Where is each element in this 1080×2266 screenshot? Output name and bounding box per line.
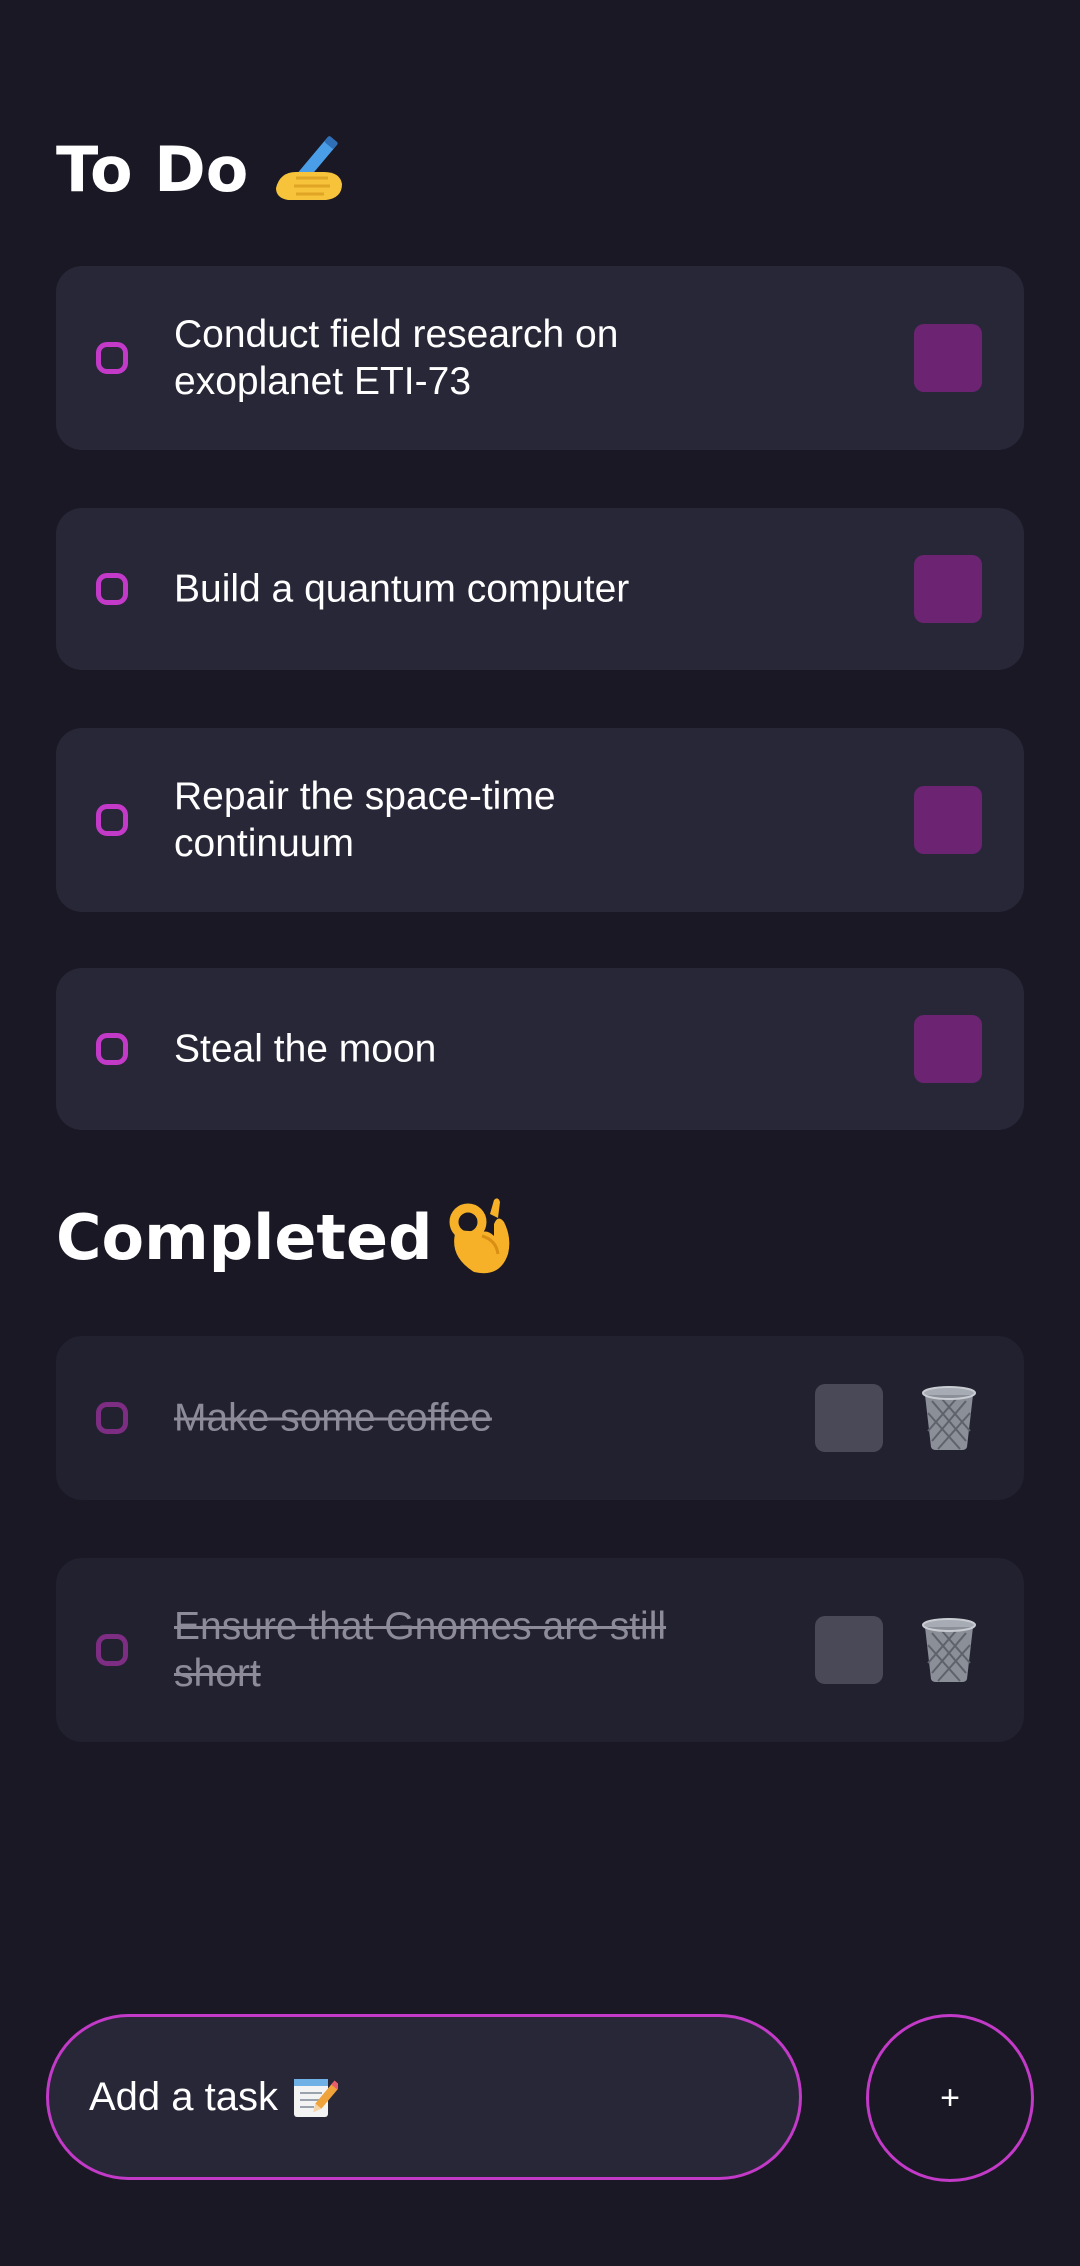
todo-task-card[interactable]: Steal the moon xyxy=(56,968,1024,1130)
trash-icon[interactable] xyxy=(920,1385,978,1451)
todo-task-card[interactable]: Repair the space-time continuum xyxy=(56,728,1024,912)
task-text: Make some coffee xyxy=(174,1396,492,1440)
uncomplete-checkbox[interactable] xyxy=(815,1384,883,1452)
complete-checkbox[interactable] xyxy=(914,555,982,623)
task-status-circle-icon[interactable] xyxy=(96,342,128,374)
completed-heading-text: Completed xyxy=(56,1201,433,1274)
add-task-input[interactable]: Add a task xyxy=(46,2014,802,2180)
uncomplete-checkbox[interactable] xyxy=(815,1616,883,1684)
writing-hand-icon xyxy=(276,136,343,200)
todo-task-card[interactable]: Build a quantum computer xyxy=(56,508,1024,670)
completed-task-card[interactable]: Ensure that Gnomes are still short xyxy=(56,1558,1024,1742)
add-task-placeholder: Add a task xyxy=(89,2074,279,2119)
complete-checkbox[interactable] xyxy=(914,786,982,854)
task-status-circle-icon[interactable] xyxy=(96,1033,128,1065)
completed-task-card[interactable]: Make some coffee xyxy=(56,1336,1024,1500)
trash-icon[interactable] xyxy=(920,1617,978,1683)
todo-heading-text: To Do xyxy=(56,133,249,206)
complete-checkbox[interactable] xyxy=(914,1015,982,1083)
completed-heading: Completed xyxy=(56,1196,522,1280)
todo-heading: To Do xyxy=(56,128,350,212)
task-status-circle-icon[interactable] xyxy=(96,1634,128,1666)
ok-hand-icon xyxy=(449,1198,510,1274)
task-status-circle-icon[interactable] xyxy=(96,804,128,836)
complete-checkbox[interactable] xyxy=(914,324,982,392)
task-text: Build a quantum computer xyxy=(174,567,630,611)
task-text: Ensure that Gnomes are still short xyxy=(174,1605,667,1695)
todo-task-card[interactable]: Conduct field research on exoplanet ETI-… xyxy=(56,266,1024,450)
memo-icon xyxy=(294,2079,339,2117)
task-text: Conduct field research on exoplanet ETI-… xyxy=(174,313,619,403)
task-status-circle-icon[interactable] xyxy=(96,573,128,605)
task-text: Repair the space-time continuum xyxy=(174,775,556,865)
task-text: Steal the moon xyxy=(174,1027,437,1071)
task-status-circle-icon[interactable] xyxy=(96,1402,128,1434)
add-task-button[interactable]: + xyxy=(866,2014,1034,2182)
add-task-button-label: + xyxy=(940,2078,960,2117)
